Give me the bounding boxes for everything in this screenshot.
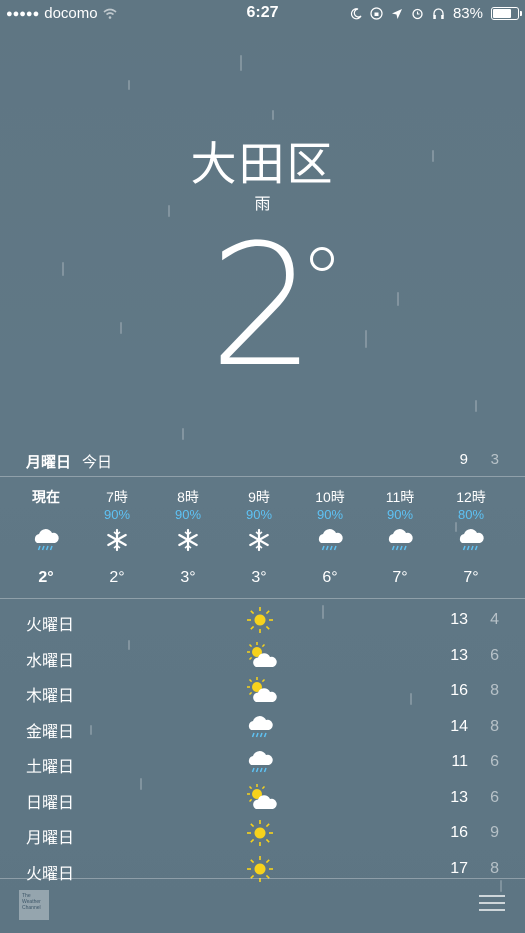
- current-temperature: 2: [209, 208, 316, 404]
- daily-high: 13: [450, 788, 468, 806]
- hourly-temp: 2°: [38, 569, 54, 586]
- daily-high: 13: [450, 646, 468, 664]
- daily-low: 8: [490, 682, 499, 699]
- hourly-precip: [16, 507, 76, 523]
- daily-low: 8: [490, 859, 499, 877]
- hourly-time: 11時: [385, 489, 415, 505]
- hourly-time: 10時: [315, 489, 345, 505]
- daily-high: 16: [450, 824, 468, 841]
- hourly-precip: 90%: [245, 507, 273, 522]
- daily-row: 木曜日 16 8: [0, 676, 525, 711]
- rain-cloud-icon: [370, 523, 430, 557]
- daily-high: 14: [450, 717, 468, 735]
- daily-high: 11: [451, 753, 468, 770]
- daily-day: 月曜日: [26, 830, 75, 847]
- hourly-precip: 80%: [457, 507, 485, 522]
- hourly-item: 8時 90% 3°: [158, 487, 218, 587]
- partly-cloudy-icon: [245, 783, 281, 815]
- hourly-temp: 6°: [322, 569, 338, 586]
- snowflake-icon: [158, 523, 218, 557]
- hourly-time: 現在: [32, 489, 60, 505]
- sun-icon: [245, 605, 281, 637]
- hourly-precip: 90%: [386, 507, 414, 522]
- battery-icon: [491, 7, 522, 20]
- today-day: 月曜日: [26, 454, 72, 471]
- daily-high: 13: [450, 611, 468, 628]
- daily-row: 火曜日 17 8: [0, 854, 525, 889]
- daily-day: 木曜日: [26, 688, 75, 705]
- city-name: 大田区: [190, 138, 335, 190]
- degree-symbol: [310, 247, 334, 271]
- headphones-icon: [433, 8, 444, 19]
- hourly-item: 11時 90% 7°: [370, 487, 430, 587]
- today-summary-row: 月曜日 今日 9 3: [0, 451, 525, 471]
- daily-row: 水曜日 13 6: [0, 641, 525, 676]
- partly-cloudy-icon: [245, 641, 281, 673]
- daily-row: 月曜日 16 9: [0, 818, 525, 853]
- divider: [0, 598, 525, 599]
- daily-low: 6: [490, 788, 499, 806]
- rain-cloud-icon: [245, 747, 281, 779]
- daily-day: 水曜日: [26, 652, 75, 670]
- hourly-time: 12時: [456, 489, 486, 505]
- daily-day: 火曜日: [26, 865, 75, 883]
- daily-low: 9: [490, 824, 499, 841]
- hourly-item: 7時 90% 2°: [87, 487, 147, 587]
- daily-day: 土曜日: [26, 759, 75, 776]
- list-menu-icon[interactable]: [479, 895, 505, 916]
- orientation-lock-icon: [370, 7, 383, 20]
- divider: [0, 878, 525, 879]
- hourly-temp: 7°: [392, 569, 408, 586]
- hourly-time: 7時: [106, 489, 128, 505]
- hourly-temp: 3°: [180, 569, 196, 586]
- today-low: 3: [490, 451, 499, 468]
- divider: [0, 476, 525, 477]
- sun-icon: [245, 818, 281, 850]
- snowflake-icon: [229, 523, 289, 557]
- location-arrow-icon: [391, 8, 402, 19]
- hourly-item: 9時 90% 3°: [229, 487, 289, 587]
- hourly-item: 現在 2°: [16, 487, 76, 587]
- daily-row: 土曜日 11 6: [0, 747, 525, 782]
- daily-low: 6: [490, 646, 499, 664]
- daily-row: 火曜日 13 4: [0, 605, 525, 640]
- partly-cloudy-icon: [245, 676, 281, 708]
- daily-low: 6: [490, 753, 499, 770]
- rain-cloud-icon: [16, 523, 76, 557]
- hourly-temp: 3°: [251, 569, 267, 586]
- today-high: 9: [459, 451, 468, 468]
- daily-day: 火曜日: [26, 617, 75, 634]
- today-label: 今日: [82, 454, 113, 471]
- hourly-item: 10時 90% 6°: [300, 487, 360, 587]
- weather-channel-logo[interactable]: The Weather Channel: [19, 890, 49, 920]
- hourly-precip: 90%: [174, 507, 202, 522]
- daily-low: 8: [490, 717, 499, 735]
- daily-high: 17: [450, 859, 468, 877]
- hourly-temp: 7°: [463, 569, 479, 586]
- rain-cloud-icon: [441, 523, 501, 557]
- hourly-precip: 90%: [316, 507, 344, 522]
- daily-day: 日曜日: [26, 794, 75, 812]
- daily-low: 4: [490, 611, 499, 628]
- daily-row: 金曜日 14 8: [0, 712, 525, 747]
- hourly-time: 8時: [177, 489, 199, 505]
- status-bar: ●●●●● docomo 6:27 83%: [0, 0, 525, 28]
- hourly-time: 9時: [248, 489, 270, 505]
- hourly-temp: 2°: [109, 569, 125, 586]
- hourly-item: 12時 80% 7°: [441, 487, 501, 587]
- rain-cloud-icon: [245, 712, 281, 744]
- daily-high: 16: [450, 682, 468, 699]
- alarm-icon: [412, 8, 423, 20]
- weather-channel-logo-text: The Weather Channel: [22, 893, 41, 911]
- daily-row: 日曜日 13 6: [0, 783, 525, 818]
- hourly-precip: 90%: [103, 507, 131, 522]
- rain-cloud-icon: [300, 523, 360, 557]
- moon-icon: [350, 7, 362, 19]
- sun-icon: [245, 854, 281, 886]
- battery-percent: 83%: [452, 5, 483, 22]
- snowflake-icon: [87, 523, 147, 557]
- daily-day: 金曜日: [26, 723, 75, 741]
